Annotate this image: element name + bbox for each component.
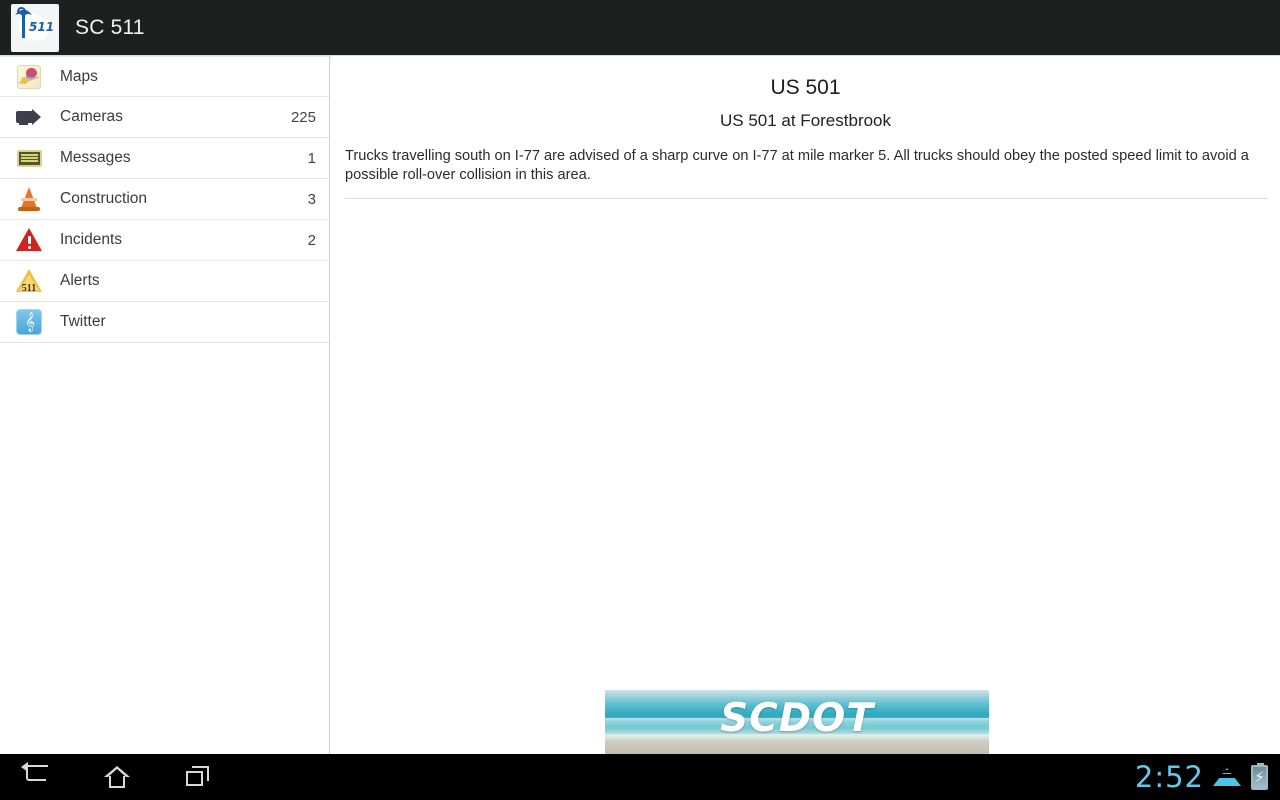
sidebar-item-construction[interactable]: Construction 3 (0, 179, 329, 220)
home-icon (104, 766, 130, 788)
page-subtitle: US 501 at Forestbrook (719, 111, 892, 130)
alert-511-label: 511 (21, 283, 37, 294)
app-header: 511 SC 511 (0, 0, 1280, 55)
home-button[interactable] (80, 754, 160, 800)
logo-511-text: 511 (29, 19, 55, 34)
battery-charging-icon[interactable]: ⚡ (1251, 762, 1268, 790)
app-root: 511 SC 511 Maps Cameras 225 Messages 1 C… (0, 0, 1280, 800)
wifi-icon[interactable] (1213, 766, 1241, 788)
sc-511-logo: 511 (11, 3, 59, 52)
detail-panel: US 501 US 501 at Forestbrook Trucks trav… (331, 56, 1280, 754)
sidebar-item-count: 3 (307, 190, 316, 208)
traffic-cone-icon (14, 184, 44, 214)
sidebar-item-incidents[interactable]: Incidents 2 (0, 220, 329, 261)
app-title: SC 511 (75, 15, 145, 39)
recent-apps-icon (186, 766, 210, 788)
recent-apps-button[interactable] (160, 754, 240, 800)
sidebar-item-count: 1 (307, 149, 316, 167)
sidebar-item-twitter[interactable]: 𝄞 Twitter (0, 302, 329, 343)
sidebar-item-alerts[interactable]: 511 Alerts (0, 261, 329, 302)
scdot-banner[interactable]: SCDOT (605, 690, 989, 754)
sidebar-item-label: Twitter (60, 313, 106, 330)
sidebar-item-label: Messages (60, 149, 131, 166)
status-area: 2:52 ⚡ (1135, 760, 1280, 794)
scdot-wordmark: SCDOT (720, 696, 874, 741)
back-arrow-icon (21, 762, 48, 781)
sidebar-item-count: 2 (307, 231, 316, 249)
content-divider (345, 197, 1268, 199)
message-sign-icon (14, 143, 44, 173)
android-navigation-bar: 2:52 ⚡ (0, 754, 1280, 800)
twitter-icon: 𝄞 (14, 307, 44, 337)
sidebar-item-cameras[interactable]: Cameras 225 (0, 97, 329, 138)
alert-description: Trucks travelling south on I-77 are advi… (345, 148, 1249, 183)
maps-icon (14, 62, 44, 92)
status-clock[interactable]: 2:52 (1135, 760, 1204, 794)
camera-icon (14, 102, 44, 132)
sidebar-item-label: Alerts (60, 272, 100, 289)
sidebar-item-label: Incidents (60, 231, 123, 248)
page-title: US 501 (770, 76, 841, 99)
sidebar-item-messages[interactable]: Messages 1 (0, 138, 329, 179)
sidebar-item-label: Maps (60, 67, 98, 85)
alert-511-icon: 511 (14, 266, 44, 296)
charging-bolt-glyph: ⚡ (1254, 767, 1265, 786)
warning-triangle-icon (14, 225, 44, 255)
sidebar-item-count: 225 (290, 108, 316, 126)
sidebar-item-maps[interactable]: Maps (0, 56, 329, 97)
sidebar-item-label: Cameras (60, 108, 123, 125)
sidebar-item-label: Construction (60, 190, 148, 207)
back-button[interactable] (0, 754, 80, 800)
sidebar-menu: Maps Cameras 225 Messages 1 Construction… (0, 56, 330, 754)
